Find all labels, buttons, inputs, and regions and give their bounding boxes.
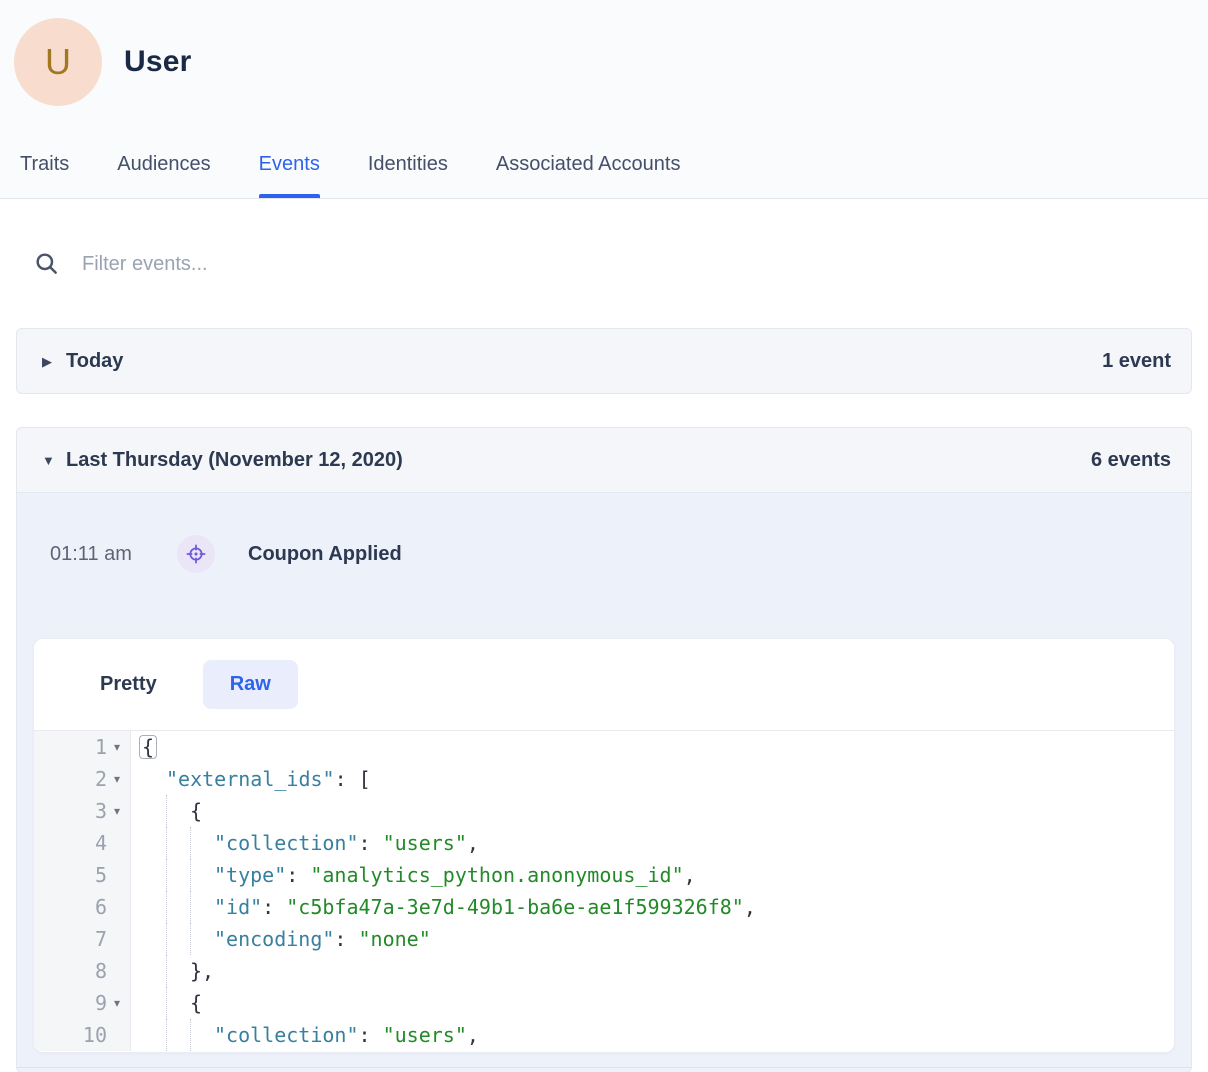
code-line[interactable]: 10 "collection": "users",	[34, 1019, 1174, 1051]
search-icon	[34, 251, 60, 277]
code-line[interactable]: 9▾{	[34, 987, 1174, 1019]
line-number-gutter: 4	[34, 827, 131, 859]
day-section-title: Last Thursday (November 12, 2020)	[66, 449, 403, 472]
avatar: U	[14, 18, 102, 106]
code-line[interactable]: 1▾{	[34, 731, 1174, 763]
json-code-editor[interactable]: 1▾{2▾"external_ids": [3▾{4"collection": …	[34, 731, 1174, 1053]
raw-toggle-button[interactable]: Raw	[203, 660, 298, 709]
line-number-gutter: 7	[34, 923, 131, 955]
avatar-letter: U	[45, 41, 71, 83]
line-number: 6	[95, 891, 107, 923]
line-number: 7	[95, 923, 107, 955]
pretty-toggle-button[interactable]: Pretty	[73, 660, 184, 709]
day-section-today: ▶ Today 1 event	[16, 328, 1192, 394]
code-line-text: "type": "analytics_python.anonymous_id",	[131, 859, 696, 891]
line-number: 10	[83, 1019, 107, 1051]
page-title: User	[124, 45, 192, 79]
tab-associated-accounts[interactable]: Associated Accounts	[496, 106, 681, 198]
code-line[interactable]: 4 "collection": "users",	[34, 827, 1174, 859]
day-section-body: 01:11 am Coupon Applied Pretty Raw 1▾{2▾…	[17, 493, 1191, 1072]
line-number-gutter: 3▾	[34, 795, 131, 827]
line-number: 3	[95, 795, 107, 827]
code-line[interactable]: 8},	[34, 955, 1174, 987]
line-number: 4	[95, 827, 107, 859]
code-line-text: },	[131, 955, 214, 987]
line-number: 1	[95, 731, 107, 763]
code-line-text: "collection": "users",	[131, 1019, 479, 1051]
tab-identities[interactable]: Identities	[368, 106, 448, 198]
line-number-gutter: 6	[34, 891, 131, 923]
code-line[interactable]: 7 "encoding": "none"	[34, 923, 1174, 955]
target-icon	[177, 535, 215, 573]
day-section-last-thursday-header[interactable]: ▼ Last Thursday (November 12, 2020) 6 ev…	[17, 428, 1191, 493]
day-section-last-thursday: ▼ Last Thursday (November 12, 2020) 6 ev…	[16, 427, 1192, 1072]
event-name: Coupon Applied	[248, 543, 402, 566]
event-time: 01:11 am	[50, 543, 163, 566]
code-line-text: "encoding": "none"	[131, 923, 431, 955]
tab-audiences[interactable]: Audiences	[117, 106, 210, 198]
code-line[interactable]: 2▾"external_ids": [	[34, 763, 1174, 795]
line-number-gutter: 8	[34, 955, 131, 987]
tab-events[interactable]: Events	[259, 106, 320, 198]
fold-caret-icon[interactable]: ▾	[107, 731, 127, 763]
line-number: 8	[95, 955, 107, 987]
caret-down-icon: ▼	[42, 454, 58, 467]
code-line-text: "external_ids": [	[131, 763, 371, 795]
line-number-gutter: 5	[34, 859, 131, 891]
fold-caret-icon[interactable]: ▾	[107, 987, 127, 1019]
code-line-text: {	[131, 731, 157, 763]
event-payload-card: Pretty Raw 1▾{2▾"external_ids": [3▾{4"co…	[33, 638, 1175, 1053]
filter-events-placeholder: Filter events...	[82, 253, 208, 276]
code-line-text: "collection": "users",	[131, 827, 479, 859]
tab-traits[interactable]: Traits	[20, 106, 69, 198]
fold-caret-icon[interactable]: ▾	[107, 795, 127, 827]
code-line-text: "id": "c5bfa47a-3e7d-49b1-ba6e-ae1f59932…	[131, 891, 756, 923]
line-number-gutter: 2▾	[34, 763, 131, 795]
line-number-gutter: 1▾	[34, 731, 131, 763]
line-number: 2	[95, 763, 107, 795]
filter-events-bar[interactable]: Filter events...	[0, 199, 1208, 277]
event-count-badge: 6 events	[1091, 449, 1171, 472]
code-line-text: {	[131, 987, 202, 1019]
profile-header: U User Traits Audiences Events Identitie…	[0, 0, 1208, 199]
code-line-text: {	[131, 795, 202, 827]
row-divider	[17, 1067, 1191, 1072]
event-count-badge: 1 event	[1102, 350, 1171, 373]
line-number: 5	[95, 859, 107, 891]
line-number: 9	[95, 987, 107, 1019]
caret-right-icon: ▶	[42, 355, 58, 368]
code-line[interactable]: 5 "type": "analytics_python.anonymous_id"…	[34, 859, 1174, 891]
fold-caret-icon[interactable]: ▾	[107, 763, 127, 795]
identity-row: U User	[0, 0, 1208, 106]
day-section-title: Today	[66, 350, 123, 373]
code-line[interactable]: 3▾{	[34, 795, 1174, 827]
line-number-gutter: 10	[34, 1019, 131, 1051]
code-line[interactable]: 6 "id": "c5bfa47a-3e7d-49b1-ba6e-ae1f5993…	[34, 891, 1174, 923]
tab-bar: Traits Audiences Events Identities Assoc…	[0, 106, 1208, 198]
event-row[interactable]: 01:11 am Coupon Applied	[17, 493, 1191, 615]
line-number-gutter: 9▾	[34, 987, 131, 1019]
payload-view-toggle: Pretty Raw	[34, 639, 1174, 731]
day-section-today-header[interactable]: ▶ Today 1 event	[17, 329, 1191, 393]
